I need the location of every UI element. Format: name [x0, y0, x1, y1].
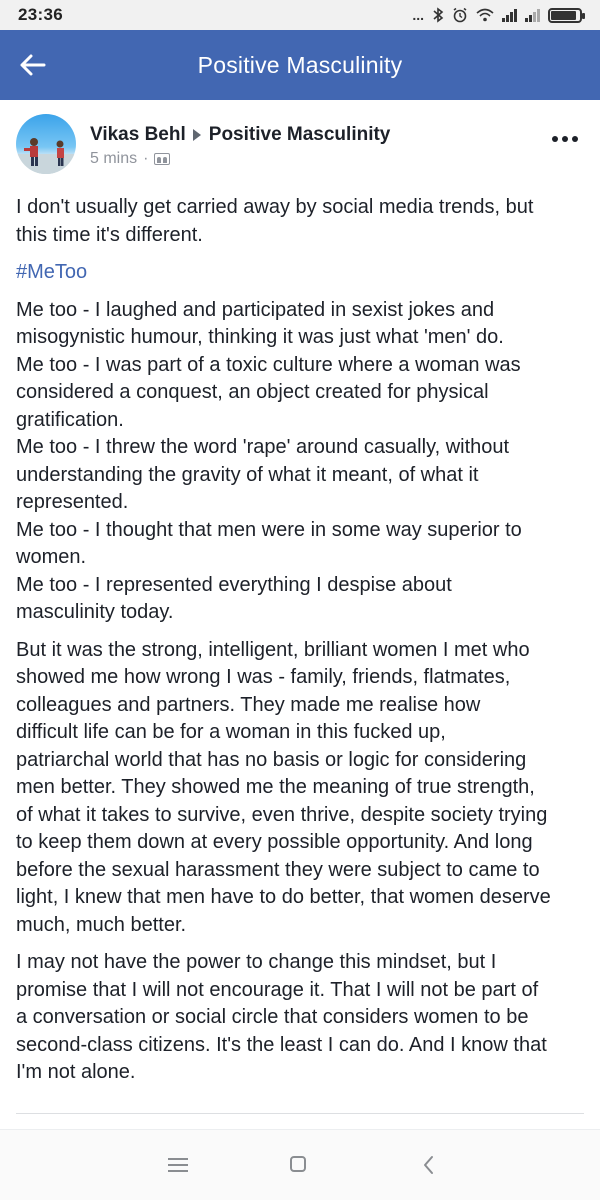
text-line: gratification.: [16, 408, 124, 431]
more-options-button[interactable]: [550, 130, 580, 148]
back-button[interactable]: [14, 47, 50, 83]
audience-icon: [154, 153, 171, 165]
menu-icon: [168, 1158, 188, 1160]
signal-icon-secondary: [525, 8, 540, 22]
notification-dots: ...: [412, 7, 424, 23]
status-icons: ...: [412, 7, 585, 23]
author-line: Vikas Behl Positive Masculinity: [90, 124, 390, 146]
back-arrow-icon: [20, 54, 46, 76]
intro-paragraph: I don't usually get carried away by soci…: [16, 194, 588, 249]
text-line: Me too - I thought that men were in some…: [16, 518, 522, 541]
avatar-photo: [16, 138, 76, 174]
status-time: 23:36: [18, 5, 63, 24]
text-line: considered a conquest, an object created…: [16, 381, 489, 403]
meta-separator: ·: [143, 150, 149, 167]
metoo-paragraph: Me too - I laughed and participated in s…: [16, 297, 588, 627]
text-line: Me too - I was part of a toxic culture w…: [16, 353, 521, 376]
text-line: Me too - I represented everything I desp…: [16, 573, 452, 596]
text-line: showed me how wrong I was - family, frie…: [16, 666, 511, 688]
text-line: women.: [16, 546, 87, 568]
text-line: before the sexual harassment they were s…: [16, 858, 540, 881]
women-paragraph: But it was the strong, intelligent, bril…: [16, 637, 588, 940]
menu-button[interactable]: [166, 1154, 190, 1176]
alarm-icon: [453, 7, 467, 23]
text-line: misogynistic humour, thinking it was jus…: [16, 326, 504, 348]
system-nav-bar: [0, 1129, 600, 1200]
author-name[interactable]: Vikas Behl: [90, 124, 186, 146]
promise-paragraph: I may not have the power to change this …: [16, 949, 588, 1087]
text-line: Me too - I threw the word 'rape' around …: [16, 436, 510, 458]
text-line: colleagues and partners. They made me re…: [16, 693, 481, 716]
wifi-icon: [476, 8, 494, 22]
text-line: men better. They showed me the meaning o…: [16, 776, 535, 798]
group-name[interactable]: Positive Masculinity: [209, 124, 391, 146]
triangle-arrow-icon: [192, 129, 201, 141]
text-line: promise that I will not encourage it. Th…: [16, 978, 539, 1001]
post-header: Vikas Behl Positive Masculinity 5 mins ·: [0, 100, 600, 180]
more-icon: [552, 136, 558, 142]
text-line: Me too - I laughed and participated in s…: [16, 298, 495, 321]
text-line: But it was the strong, intelligent, bril…: [16, 638, 530, 661]
system-back-button[interactable]: [418, 1154, 442, 1176]
text-line: I don't usually get carried away by soci…: [16, 196, 534, 218]
text-line: this time it's different.: [16, 223, 203, 246]
page-title: Positive Masculinity: [197, 51, 403, 78]
back-icon: [424, 1156, 433, 1174]
text-line: understanding the gravity of what it mea…: [16, 463, 479, 486]
home-icon: [290, 1156, 306, 1172]
text-line: difficult life can be for a woman in thi…: [16, 721, 446, 743]
signal-icon: [502, 8, 517, 22]
hashtag-link[interactable]: #MeToo: [16, 259, 588, 287]
post-meta: 5 mins ·: [90, 150, 171, 168]
battery-icon: [548, 7, 585, 23]
text-line: I may not have the power to change this …: [16, 951, 497, 973]
post-body: I don't usually get carried away by soci…: [16, 194, 588, 1097]
post-time[interactable]: 5 mins: [90, 150, 137, 168]
app-bar: Positive Masculinity: [0, 30, 600, 100]
home-button[interactable]: [288, 1154, 312, 1176]
avatar[interactable]: [16, 114, 76, 174]
status-bar: 23:36 ...: [0, 0, 600, 30]
battery-fill: [551, 10, 577, 20]
text-line: much, much better.: [16, 913, 187, 936]
text-line: represented.: [16, 491, 129, 513]
divider: [16, 1113, 584, 1114]
text-line: masculinity today.: [16, 601, 174, 623]
text-line: I'm not alone.: [16, 1061, 136, 1083]
bluetooth-icon: [433, 7, 444, 23]
text-line: of what it takes to survive, even thrive…: [16, 803, 548, 826]
text-line: to keep them down at every possible oppo…: [16, 831, 533, 853]
text-line: a conversation or social circle that con…: [16, 1006, 529, 1028]
text-line: light, I knew that men have to do better…: [16, 886, 551, 908]
text-line: second-class citizens. It's the least I …: [16, 1033, 547, 1056]
text-line: patriarchal world that has no basis or l…: [16, 748, 527, 771]
